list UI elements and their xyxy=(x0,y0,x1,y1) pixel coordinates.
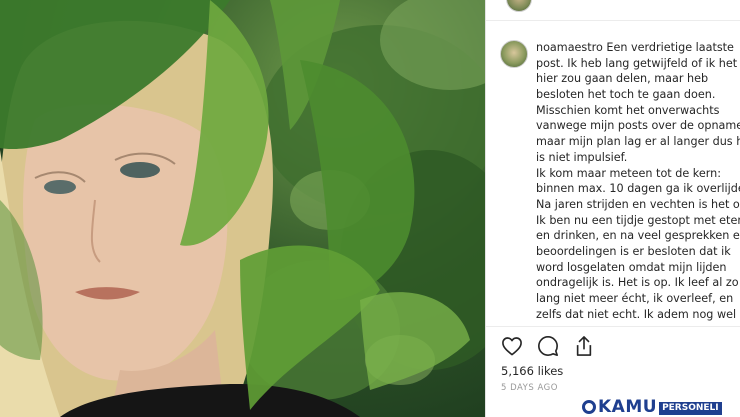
post-photo xyxy=(0,0,485,417)
caption-line: word losgelaten omdat mijn lijden xyxy=(536,260,727,274)
caption-line: ondragelijk is. Het is op. Ik leef al zo xyxy=(536,276,739,290)
caption-line: maar mijn plan lag er al langer dus he xyxy=(536,135,740,149)
post-caption: noamaestro Een verdrietige laatste post.… xyxy=(500,40,740,326)
comment-button[interactable] xyxy=(536,334,560,358)
caption-line: en drinken, en na veel gesprekken en xyxy=(536,229,740,243)
comment-icon xyxy=(538,336,558,356)
post-side-panel: noamaestro Een verdrietige laatste post.… xyxy=(485,0,740,417)
header-divider xyxy=(486,20,740,21)
caption-line: zelfs dat niet echt. Ik adem nog wel xyxy=(536,307,737,321)
caption-line: post. Ik heb lang getwijfeld of ik het xyxy=(536,56,738,70)
likes-count[interactable]: 5,166 likes xyxy=(501,364,563,378)
watermark-brand: KAMU xyxy=(598,397,658,417)
caption-line: is niet impulsief. xyxy=(536,150,628,164)
caption-line: Ik ben nu een tijdje gestopt met eten xyxy=(536,213,740,227)
post-timestamp: 5 DAYS AGO xyxy=(501,383,558,393)
caption-line: Een verdrietige laatste xyxy=(606,41,734,54)
caption-line: binnen max. 10 dagen ga ik overlijde xyxy=(536,182,740,196)
caption-line: hier zou gaan delen, maar heb xyxy=(536,72,709,86)
caption-line: Misschien komt het onverwachts xyxy=(536,103,720,117)
caption-line: vanwege mijn posts over de opname xyxy=(536,119,740,133)
like-button[interactable] xyxy=(500,334,524,358)
heart-icon xyxy=(502,337,522,356)
post-actions xyxy=(500,333,596,359)
avatar[interactable] xyxy=(500,40,528,68)
caption-line: lang niet meer écht, ik overleef, en xyxy=(536,292,734,305)
share-button[interactable] xyxy=(572,334,596,358)
watermark-ring-icon xyxy=(582,400,596,414)
share-icon xyxy=(576,336,592,356)
actions-divider xyxy=(486,326,740,327)
username-link[interactable]: noamaestro xyxy=(536,41,603,54)
caption-line: beoordelingen is er besloten dat ik xyxy=(536,244,731,258)
header-avatar[interactable] xyxy=(506,0,532,12)
caption-line: Na jaren strijden en vechten is het op xyxy=(536,197,740,211)
caption-line: besloten het toch te gaan doen. xyxy=(536,88,716,102)
watermark-logo: KAMU PERSONELI xyxy=(582,396,722,417)
caption-line: Ik kom maar meteen tot de kern: xyxy=(536,166,721,180)
caption-text: noamaestro Een verdrietige laatste post.… xyxy=(536,40,740,326)
watermark-tag: PERSONELI xyxy=(659,402,722,415)
